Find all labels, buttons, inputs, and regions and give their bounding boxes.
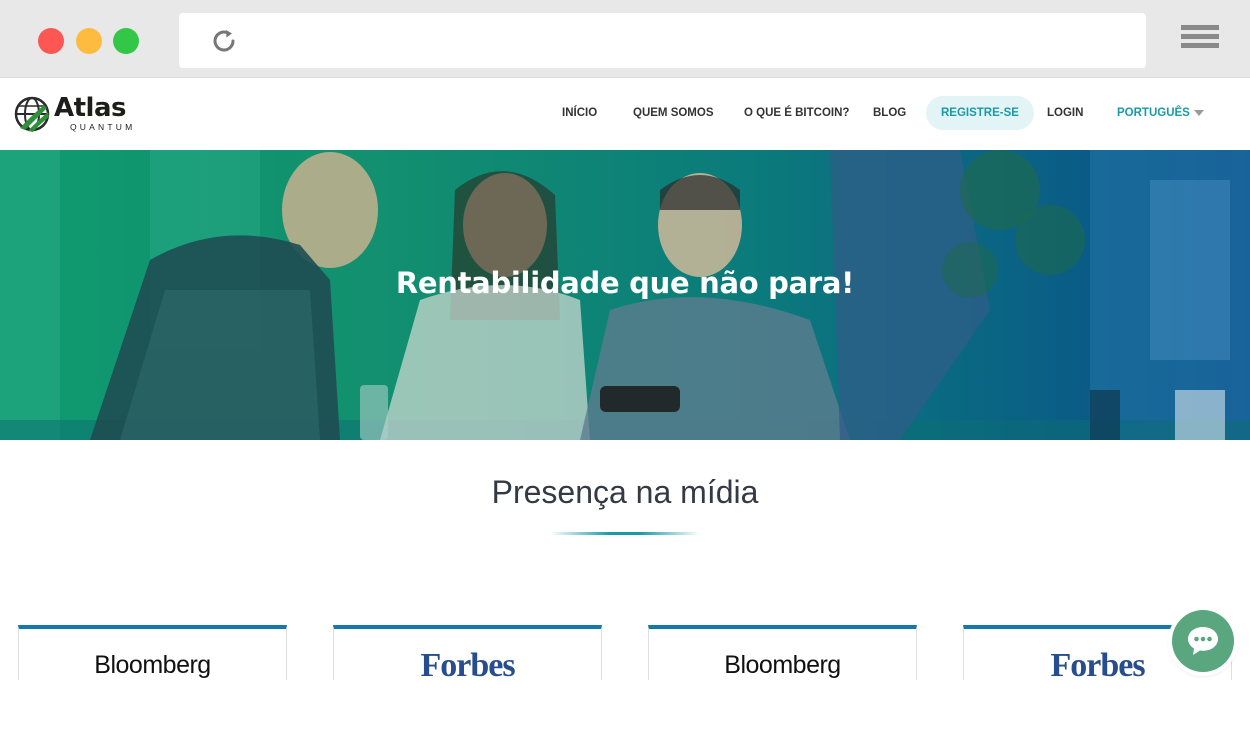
hero-title: Rentabilidade que não para! bbox=[395, 266, 855, 300]
bloomberg-logo: Bloomberg bbox=[724, 651, 841, 679]
chat-bubble-icon bbox=[1188, 627, 1218, 655]
chat-button[interactable] bbox=[1172, 610, 1234, 672]
nav-blog[interactable]: BLOG bbox=[873, 96, 906, 130]
bloomberg-logo: Bloomberg bbox=[94, 651, 211, 679]
browser-chrome bbox=[0, 0, 1250, 78]
chevron-down-icon[interactable] bbox=[1194, 110, 1204, 116]
window-close-button[interactable] bbox=[38, 28, 64, 54]
title-underline bbox=[550, 532, 700, 535]
register-button[interactable]: REGISTRE-SE bbox=[926, 96, 1034, 130]
address-bar[interactable] bbox=[179, 13, 1146, 68]
media-card-bloomberg[interactable]: Bloomberg bbox=[18, 625, 287, 685]
main-nav: INÍCIO QUEM SOMOS O QUE É BITCOIN? BLOG … bbox=[0, 96, 1250, 130]
hamburger-menu-icon[interactable] bbox=[1181, 25, 1219, 55]
nav-inicio[interactable]: INÍCIO bbox=[562, 96, 597, 130]
nav-login[interactable]: LOGIN bbox=[1047, 96, 1083, 130]
page-bottom-fade bbox=[0, 680, 1250, 736]
hero-banner: Rentabilidade que não para! bbox=[0, 150, 1250, 440]
nav-bitcoin[interactable]: O QUE É BITCOIN? bbox=[744, 96, 849, 130]
window-minimize-button[interactable] bbox=[76, 28, 102, 54]
nav-quem-somos[interactable]: QUEM SOMOS bbox=[633, 96, 714, 130]
media-section-title: Presença na mídia bbox=[491, 474, 759, 510]
reload-icon[interactable] bbox=[209, 26, 239, 56]
media-card-forbes[interactable]: Forbes bbox=[333, 625, 602, 685]
window-maximize-button[interactable] bbox=[113, 28, 139, 54]
site-header: Atlas QUANTUM INÍCIO QUEM SOMOS O QUE É … bbox=[0, 78, 1250, 150]
media-card-bloomberg[interactable]: Bloomberg bbox=[648, 625, 917, 685]
language-selector[interactable]: PORTUGUÊS bbox=[1117, 96, 1190, 130]
